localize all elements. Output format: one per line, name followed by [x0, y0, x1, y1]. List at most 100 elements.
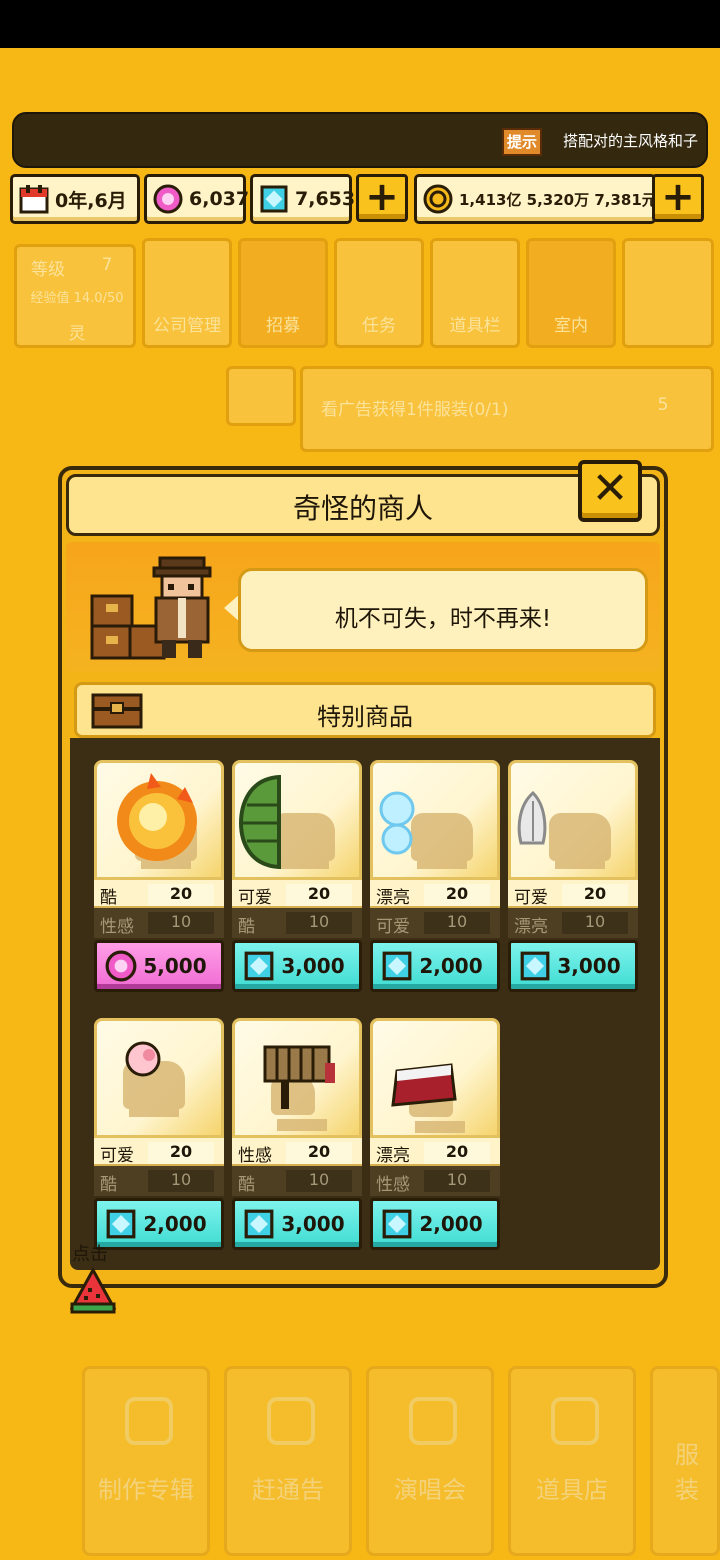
price-value: 3,000 — [281, 954, 345, 978]
pink-gem-display: 6,037 — [144, 174, 249, 224]
fire-outfit-icon — [117, 773, 197, 861]
speech-bubble: 机不可失，时不再来! — [238, 568, 648, 652]
item-stat-secondary: 酷 10 — [232, 908, 362, 938]
bg-nav-costume: 服装 — [650, 1366, 720, 1556]
price-value: 3,000 — [557, 954, 621, 978]
merchant-area: 机不可失，时不再来! — [66, 542, 660, 672]
close-button[interactable]: ✕ — [578, 460, 642, 522]
item-stat-secondary: 酷 10 — [232, 1166, 362, 1196]
price-value: 2,000 — [143, 1212, 207, 1236]
shop-item[interactable]: 性感 20 酷 10 3,000 — [232, 1018, 362, 1252]
blue-gem-icon — [244, 951, 274, 981]
item-stat-primary: 漂亮 20 — [370, 1138, 500, 1166]
shop-item[interactable]: 漂亮 20 可爱 10 2,000 — [370, 760, 500, 994]
buy-button[interactable]: 2,000 — [370, 1198, 500, 1250]
stat-name: 性感 — [376, 1175, 410, 1195]
price-value: 3,000 — [281, 1212, 345, 1236]
add-gems-button[interactable]: + — [356, 174, 408, 222]
price-value: 2,000 — [419, 1212, 483, 1236]
bg-notice-icon — [226, 366, 296, 426]
hint-badge[interactable]: 提示 — [502, 128, 542, 156]
buy-button[interactable]: 2,000 — [370, 940, 500, 992]
blue-gem-icon — [382, 951, 412, 981]
stat-name: 酷 — [238, 917, 255, 937]
item-image — [508, 760, 638, 880]
bear-silhouette-icon — [411, 813, 473, 869]
bg-nav-label: 演唱会 — [394, 1476, 466, 1504]
stat-name: 漂亮 — [376, 888, 410, 908]
bg-nav-label: 道具店 — [536, 1476, 608, 1504]
speech-text: 机不可失，时不再来! — [334, 606, 552, 632]
shop-item[interactable]: 漂亮 20 性感 10 2,000 — [370, 1018, 500, 1252]
pink-gem-icon — [153, 184, 183, 214]
stat-name: 漂亮 — [376, 1146, 410, 1166]
bg-nav-album: 制作专辑 — [82, 1366, 210, 1556]
bg-menu-label: 招募 — [266, 316, 300, 336]
buy-button[interactable]: 3,000 — [232, 1198, 362, 1250]
bg-menu-label: 任务 — [362, 316, 396, 336]
hint-bar: 提示 搭配对的主风格和子 — [12, 112, 708, 168]
bg-menu-task: 任务 — [334, 238, 424, 348]
stat-value: 20 — [424, 884, 490, 906]
stat-value: 20 — [286, 884, 352, 906]
shop-item[interactable]: 可爱 20 酷 10 2,000 — [94, 1018, 224, 1252]
stat-value: 10 — [148, 1170, 214, 1192]
date-value: 0年,6月 — [55, 189, 127, 212]
buy-button[interactable]: 3,000 — [508, 940, 638, 992]
bg-menu-label: 道具栏 — [449, 316, 501, 336]
blue-gem-icon — [382, 1209, 412, 1239]
bg-char-name: 灵 — [68, 324, 86, 344]
status-bar — [0, 0, 720, 48]
shop-item[interactable]: 可爱 20 漂亮 10 3,000 — [508, 760, 638, 994]
item-image — [94, 760, 224, 880]
stat-value: 20 — [286, 1142, 352, 1164]
stat-value: 20 — [148, 1142, 214, 1164]
bear-silhouette-icon — [549, 813, 611, 869]
dialog-title: 奇怪的商人 — [292, 492, 433, 525]
stat-name: 漂亮 — [514, 917, 548, 937]
stat-value: 10 — [424, 912, 490, 934]
item-stat-secondary: 酷 10 — [94, 1166, 224, 1196]
special-goods-header: 特别商品 — [74, 682, 656, 738]
add-money-button[interactable]: + — [652, 174, 704, 222]
item-image — [232, 760, 362, 880]
stat-value: 10 — [562, 912, 628, 934]
pink-ear-accessory-icon — [125, 1041, 161, 1077]
stat-value: 20 — [562, 884, 628, 906]
watermelon-icon[interactable] — [70, 1266, 116, 1314]
item-stat-primary: 酷 20 — [94, 880, 224, 908]
stat-name: 可爱 — [238, 888, 272, 908]
coin-icon — [423, 184, 453, 214]
date-display: 0年,6月 — [10, 174, 140, 224]
bg-nav-label: 服装 — [675, 1441, 699, 1504]
stat-value: 10 — [286, 912, 352, 934]
buy-button[interactable]: 3,000 — [232, 940, 362, 992]
blue-gem-icon — [520, 951, 550, 981]
bg-menu-company: 公司管理 — [142, 238, 232, 348]
bg-level-panel: 等级 7 经验值 14.0/50 灵 — [14, 244, 136, 348]
bg-menu-label: 室内 — [554, 316, 588, 336]
album-icon — [125, 1397, 173, 1445]
item-image — [232, 1018, 362, 1138]
stat-value: 20 — [148, 884, 214, 906]
tap-hint-label: 点击 — [72, 1244, 108, 1265]
stat-name: 可爱 — [514, 888, 548, 908]
bg-nav-label: 制作专辑 — [98, 1476, 194, 1504]
pink-gem-icon — [105, 950, 137, 982]
merchant-icon — [90, 556, 212, 660]
shop-item[interactable]: 可爱 20 酷 10 3,000 — [232, 760, 362, 994]
blue-gem-display: 7,653 — [250, 174, 355, 224]
stat-value: 20 — [424, 1142, 490, 1164]
buy-button[interactable]: 5,000 — [94, 940, 224, 992]
goods-grid: 酷 20 性感 10 5,000 可爱 20 酷 10 3,000 漂亮 20 … — [70, 738, 660, 1270]
stat-name: 酷 — [100, 1175, 117, 1195]
bg-ad-text: 看广告获得1件服装(0/1) — [321, 400, 509, 420]
dialog-header: 奇怪的商人 — [66, 474, 660, 536]
item-image — [370, 1018, 500, 1138]
shop-item[interactable]: 酷 20 性感 10 5,000 — [94, 760, 224, 994]
stat-name: 酷 — [238, 1175, 255, 1195]
red-skirt-icon — [391, 1063, 457, 1107]
bg-menu-label: 公司管理 — [153, 316, 221, 336]
bg-menu-recruit: 招募 — [238, 238, 328, 348]
money-value: 1,413亿 5,320万 7,381元 — [459, 190, 657, 209]
